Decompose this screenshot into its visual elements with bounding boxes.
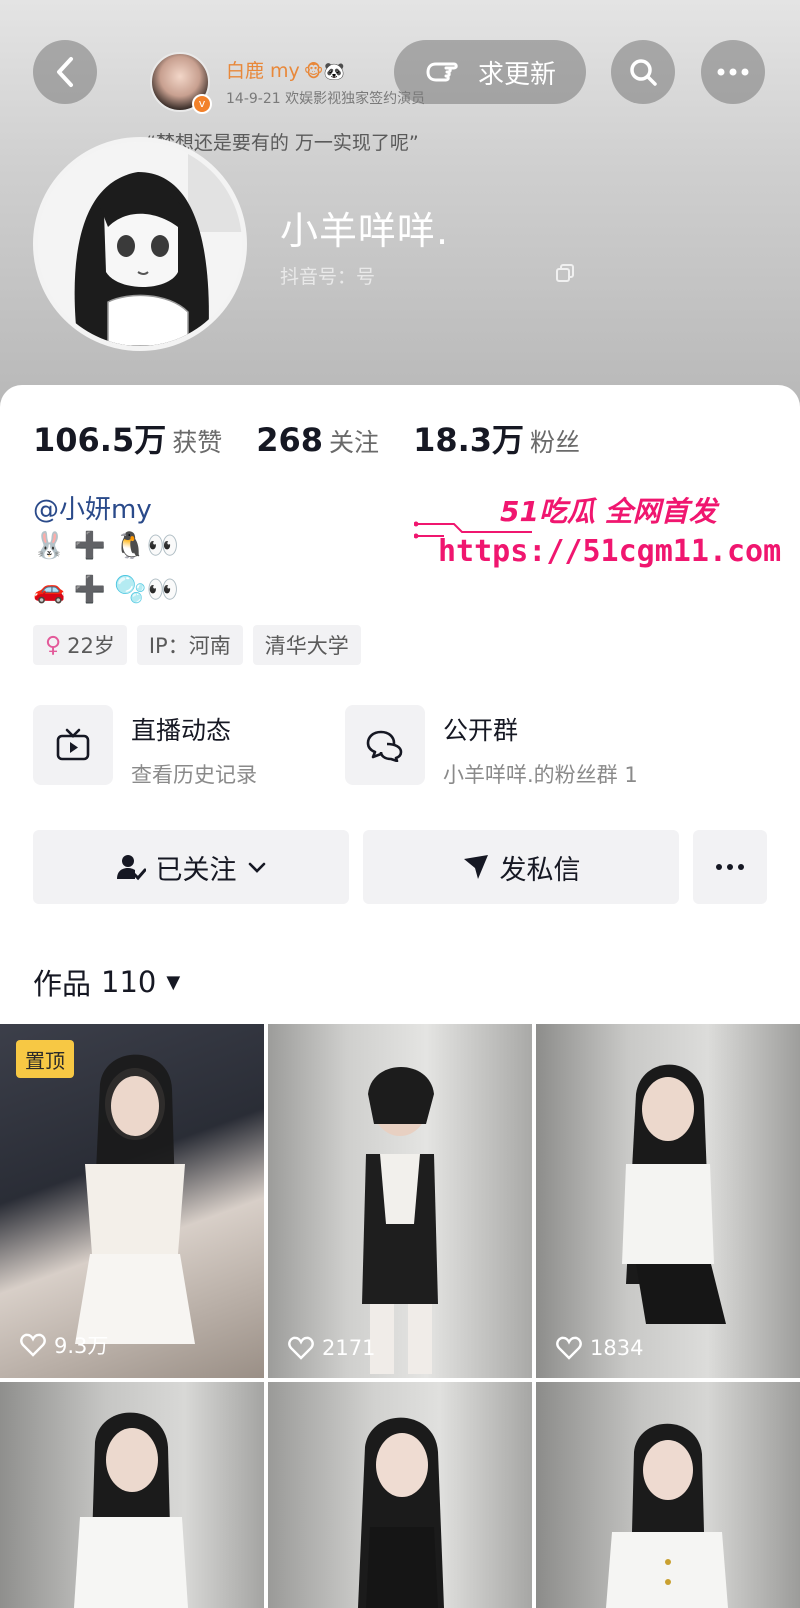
heart-icon bbox=[20, 1333, 46, 1357]
person-figure-icon bbox=[75, 1054, 195, 1344]
following-stat[interactable]: 268 关注 bbox=[256, 421, 379, 459]
female-icon: ♀ bbox=[45, 632, 62, 658]
heart-icon bbox=[288, 1336, 314, 1360]
profile-actions: 已关注 发私信 bbox=[33, 830, 767, 904]
works-count: 110 bbox=[101, 965, 157, 999]
video-grid: 置顶 9.3万 2171 1834 bbox=[0, 1024, 800, 1608]
live-history-subtitle: 查看历史记录 bbox=[131, 763, 257, 787]
following-label: 关注 bbox=[329, 428, 380, 457]
bio-line-1: 🐰 ➕ 🐧👀 bbox=[33, 531, 180, 561]
person-figure-icon bbox=[622, 1064, 726, 1324]
profile-header: v 白鹿 my 🐵🐼 14-9-21 欢娱影视独家签约演员 “梦想还是要有的 万一… bbox=[0, 0, 800, 420]
video-likes-count: 2171 bbox=[322, 1336, 376, 1360]
video-thumbnail[interactable]: 2171 bbox=[268, 1024, 532, 1378]
ellipsis-icon bbox=[717, 68, 749, 76]
works-tab[interactable]: 作品 110 ▼ bbox=[33, 961, 180, 1003]
age-label: 22岁 bbox=[67, 634, 115, 658]
douyin-id: 抖音号：号 bbox=[280, 262, 375, 289]
person-figure-icon bbox=[358, 1417, 444, 1608]
likes-count: 106.5万 bbox=[33, 421, 167, 459]
works-label: 作品 bbox=[33, 967, 92, 1001]
heart-icon bbox=[556, 1336, 582, 1360]
video-thumbnail[interactable] bbox=[0, 1382, 264, 1608]
ip-tag: IP：河南 bbox=[136, 625, 243, 665]
pointing-hand-icon bbox=[426, 62, 458, 82]
send-message-button[interactable]: 发私信 bbox=[363, 830, 679, 904]
fan-group-subtitle: 小羊咩咩.的粉丝群 1 bbox=[443, 763, 638, 787]
video-likes-count: 9.3万 bbox=[54, 1334, 109, 1358]
bio-line-2: 🚗 ➕ 🫧👀 bbox=[33, 575, 180, 605]
person-figure-icon bbox=[606, 1423, 728, 1608]
search-button[interactable] bbox=[611, 40, 675, 104]
fan-group-title: 公开群 bbox=[443, 716, 519, 745]
profile-nickname: 小羊咩咩. bbox=[280, 209, 450, 253]
bio-mention-link[interactable]: @小妍my bbox=[33, 489, 152, 526]
user-check-icon bbox=[116, 855, 146, 881]
paper-plane-icon bbox=[463, 855, 488, 879]
request-update-label: 求更新 bbox=[477, 59, 556, 90]
followed-button[interactable]: 已关注 bbox=[33, 830, 349, 904]
chat-bubbles-icon bbox=[366, 730, 403, 762]
back-button[interactable] bbox=[33, 40, 97, 104]
video-thumbnail[interactable] bbox=[536, 1382, 800, 1608]
douyin-id-value: 号 bbox=[356, 266, 376, 288]
live-history-title: 直播动态 bbox=[131, 716, 232, 745]
featured-user-desc: 14-9-21 欢娱影视独家签约演员 bbox=[226, 91, 426, 107]
fan-group-entry[interactable]: 公开群 小羊咩咩.的粉丝群 1 bbox=[345, 705, 638, 789]
followers-stat[interactable]: 18.3万 粉丝 bbox=[413, 415, 580, 461]
verified-badge-icon: v bbox=[192, 94, 212, 114]
more-actions-button[interactable] bbox=[693, 830, 767, 904]
followers-count: 18.3万 bbox=[413, 421, 525, 459]
video-likes: 9.3万 bbox=[20, 1330, 108, 1360]
likes-label: 获赞 bbox=[172, 428, 223, 457]
video-thumbnail[interactable]: 置顶 9.3万 bbox=[0, 1024, 264, 1378]
following-count: 268 bbox=[256, 421, 324, 459]
person-figure-icon bbox=[74, 1412, 188, 1608]
profile-tags: ♀ 22岁 IP：河南 清华大学 bbox=[33, 625, 361, 665]
copy-icon[interactable] bbox=[554, 262, 576, 284]
person-figure-icon bbox=[362, 1067, 438, 1374]
followed-label: 已关注 bbox=[155, 854, 237, 886]
watermark-title: 51吃瓜 全网首发 bbox=[500, 495, 717, 528]
tv-icon bbox=[56, 728, 90, 761]
video-likes: 2171 bbox=[288, 1336, 375, 1360]
anime-avatar-image bbox=[38, 142, 242, 346]
video-thumbnail[interactable] bbox=[268, 1382, 532, 1608]
followers-label: 粉丝 bbox=[530, 428, 581, 457]
douyin-id-label: 抖音号： bbox=[280, 266, 357, 288]
video-likes: 1834 bbox=[556, 1336, 643, 1360]
school-tag[interactable]: 清华大学 bbox=[252, 625, 361, 665]
likes-stat: 106.5万 获赞 bbox=[33, 415, 222, 461]
video-thumbnail[interactable]: 1834 bbox=[536, 1024, 800, 1378]
profile-avatar[interactable] bbox=[33, 137, 247, 351]
watermark-url: https://51cgm11.com bbox=[438, 534, 782, 569]
caret-down-icon: ▼ bbox=[166, 971, 181, 993]
featured-user-name: 白鹿 my 🐵🐼 bbox=[226, 60, 345, 82]
profile-stats: 106.5万 获赞 268 关注 18.3万 粉丝 bbox=[33, 415, 614, 461]
live-history-entry[interactable]: 直播动态 查看历史记录 bbox=[33, 705, 257, 789]
chat-icon-box bbox=[345, 705, 425, 785]
send-message-label: 发私信 bbox=[499, 854, 581, 886]
search-icon bbox=[630, 59, 657, 86]
watermark: 51吃瓜 全网首发 https://51cgm11.com bbox=[414, 490, 781, 580]
chevron-down-icon bbox=[248, 862, 265, 873]
chevron-left-icon bbox=[57, 57, 73, 87]
request-update-button[interactable]: 求更新 bbox=[394, 40, 586, 104]
more-options-button[interactable] bbox=[701, 40, 765, 104]
video-likes-count: 1834 bbox=[590, 1336, 644, 1360]
featured-user-emoji: 🐵🐼 bbox=[303, 62, 345, 82]
tv-icon-box bbox=[33, 705, 113, 785]
age-tag: ♀ 22岁 bbox=[33, 625, 127, 665]
pinned-badge: 置顶 bbox=[16, 1040, 74, 1078]
ellipsis-icon bbox=[716, 864, 744, 870]
